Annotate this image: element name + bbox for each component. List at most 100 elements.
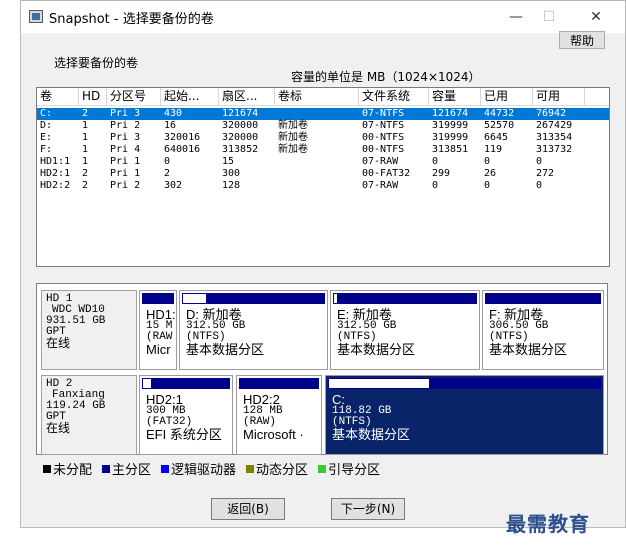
table-cell: Pri 1	[110, 156, 141, 167]
legend-label: 主分区	[112, 463, 152, 478]
next-button[interactable]: 下一步(N)	[331, 498, 405, 520]
column-header[interactable]: 起始...	[161, 88, 219, 105]
table-cell: 299	[432, 168, 451, 179]
table-cell: 新加卷	[278, 132, 308, 143]
table-cell: 26	[484, 168, 497, 179]
partition-usage-bar	[485, 293, 601, 304]
table-row[interactable]: D: 1 Pri 2 16 320000 新加卷 07-NTFS 319999 52570 267…	[37, 120, 609, 132]
table-cell: 272	[536, 168, 555, 179]
table-cell: HD2:2	[40, 180, 71, 191]
table-cell: 313852	[222, 144, 259, 155]
table-cell: 16	[164, 120, 177, 131]
help-button[interactable]: 帮助	[559, 31, 605, 49]
table-cell: 1	[82, 132, 89, 143]
column-header[interactable]: 容量	[429, 88, 481, 105]
app-icon	[29, 10, 43, 23]
column-header[interactable]: 卷标	[275, 88, 359, 105]
table-cell: Pri 2	[110, 180, 141, 191]
legend-swatch	[246, 465, 255, 473]
maximize-button[interactable]: ☐	[536, 7, 562, 27]
partition-block[interactable]: C: 118.82 GB (NTFS) 基本数据分区	[325, 375, 604, 455]
partition-text: HD2:1 300 MB (FAT32) EFI 系统分区	[146, 393, 222, 441]
table-row[interactable]: E: 1 Pri 3 320016 320000 新加卷 00-NTFS 319999 6645…	[37, 132, 609, 144]
partition-block[interactable]: D: 新加卷 312.50 GB (NTFS) 基本数据分区	[179, 290, 328, 370]
partition-legend: 未分配 主分区 逻辑驱动器 动态分区 引导分区	[43, 459, 390, 478]
table-cell: 430	[164, 108, 183, 119]
partition-usage-fill	[329, 379, 429, 388]
back-button[interactable]: 返回(B)	[211, 498, 285, 520]
table-cell: 640016	[164, 144, 201, 155]
partition-usage-bar	[239, 378, 319, 389]
table-cell: 319999	[432, 120, 469, 131]
table-cell: 0	[484, 180, 491, 191]
volume-list[interactable]: 卷 HD 分区号 起始... 扇区... 卷标 文件系统 容量 已用 可用 C:…	[36, 87, 610, 267]
column-header[interactable]: 可用	[533, 88, 585, 105]
table-row[interactable]: F: 1 Pri 4 640016 313852 新加卷 00-NTFS 313851 119 3…	[37, 144, 609, 156]
legend-label: 未分配	[53, 463, 93, 478]
table-cell: 00-NTFS	[362, 144, 405, 155]
snapshot-window: Snapshot - 选择要备份的卷 — ☐ ✕ 帮助 选择要备份的卷 容量的单…	[20, 0, 626, 528]
table-cell: 52570	[484, 120, 515, 131]
partition-text: HD2:2 128 MB (RAW) Microsoft ·	[243, 393, 304, 441]
table-cell: F:	[40, 144, 53, 155]
disk-status: 在线	[46, 336, 71, 350]
column-header[interactable]: 卷	[37, 88, 79, 105]
table-cell: 07-NTFS	[362, 120, 405, 131]
partition-block[interactable]: HD2:1 300 MB (FAT32) EFI 系统分区	[139, 375, 233, 455]
close-button[interactable]: ✕	[583, 7, 609, 27]
partition-line: EFI 系统分区	[146, 427, 222, 442]
table-cell: 07-RAW	[362, 180, 399, 191]
watermark-logo: 最需教育	[506, 512, 590, 536]
table-cell: 0	[484, 156, 491, 167]
table-cell: 320000	[222, 132, 259, 143]
table-cell: 319999	[432, 132, 469, 143]
table-cell: 07-RAW	[362, 156, 399, 167]
partition-usage-bar	[182, 293, 325, 304]
table-cell: 00-NTFS	[362, 132, 405, 143]
table-cell: 2	[82, 180, 89, 191]
window-title: Snapshot - 选择要备份的卷	[49, 12, 214, 27]
table-row[interactable]: HD2:2 2 Pri 2 302 128 07-RAW 0 0 0	[37, 180, 609, 192]
legend-swatch	[102, 465, 111, 473]
legend-label: 引导分区	[328, 463, 381, 478]
table-cell: 2	[82, 168, 89, 179]
partition-usage-bar	[328, 378, 601, 389]
table-row[interactable]: HD1:1 1 Pri 1 0 15 07-RAW 0 0 0	[37, 156, 609, 168]
table-cell: 76942	[536, 108, 567, 119]
table-cell: Pri 1	[110, 168, 141, 179]
column-header[interactable]: 分区号	[107, 88, 161, 105]
section-label: 选择要备份的卷	[54, 56, 139, 70]
table-cell: 44732	[484, 108, 515, 119]
legend-label: 动态分区	[256, 463, 309, 478]
table-cell: 119	[484, 144, 503, 155]
column-header[interactable]: 扇区...	[219, 88, 275, 105]
partition-block[interactable]: HD1: 15 M (RAW Micr	[139, 290, 177, 370]
column-header[interactable]: 已用	[481, 88, 533, 105]
table-cell: 1	[82, 156, 89, 167]
table-row[interactable]: HD2:1 2 Pri 1 2 300 00-FAT32 299 26 272	[37, 168, 609, 180]
table-row[interactable]: C: 2 Pri 3 430 121674 07-NTFS 121674 44732 76942	[37, 108, 609, 120]
partition-line: 基本数据分区	[337, 342, 416, 357]
column-header[interactable]: HD	[79, 88, 107, 105]
table-cell: 0	[536, 180, 543, 191]
partition-block[interactable]: HD2:2 128 MB (RAW) Microsoft ·	[236, 375, 322, 455]
table-cell: 新加卷	[278, 144, 308, 155]
table-cell: E:	[40, 132, 53, 143]
title-bar: Snapshot - 选择要备份的卷 — ☐ ✕	[21, 1, 625, 33]
legend-item: 动态分区	[246, 459, 308, 478]
table-cell: 300	[222, 168, 241, 179]
partition-line: 基本数据分区	[186, 342, 265, 357]
table-cell: Pri 3	[110, 108, 141, 119]
minimize-button[interactable]: —	[503, 7, 529, 27]
table-cell: Pri 4	[110, 144, 141, 155]
volume-list-header: 卷 HD 分区号 起始... 扇区... 卷标 文件系统 容量 已用 可用	[37, 88, 609, 106]
table-cell: 2	[82, 108, 89, 119]
partition-block[interactable]: E: 新加卷 312.50 GB (NTFS) 基本数据分区	[330, 290, 480, 370]
table-cell: 1	[82, 120, 89, 131]
table-cell: 2	[164, 168, 171, 179]
table-cell: HD1:1	[40, 156, 71, 167]
legend-item: 逻辑驱动器	[161, 459, 236, 478]
column-header[interactable]: 文件系统	[359, 88, 429, 105]
table-cell: 128	[222, 180, 241, 191]
partition-block[interactable]: F: 新加卷 306.50 GB (NTFS) 基本数据分区	[482, 290, 604, 370]
